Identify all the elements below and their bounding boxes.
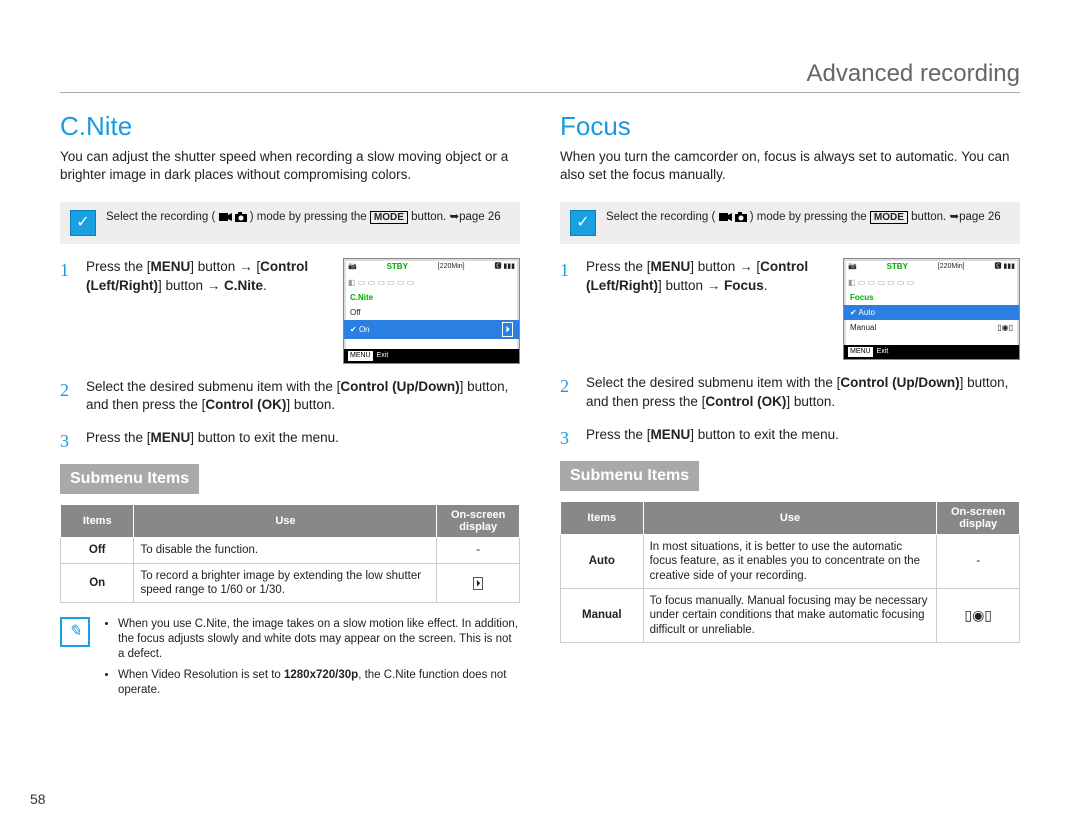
- step-1: Press the [MENU] button → [Control (Left…: [560, 258, 1020, 360]
- intro-text: When you turn the camcorder on, focus is…: [560, 148, 1020, 184]
- table-row: Auto In most situations, it is better to…: [561, 534, 1020, 588]
- page-number: 58: [30, 791, 46, 807]
- screen-item-manual: Manual ▯◉▯: [844, 320, 1019, 335]
- note-item: When you use C.Nite, the image takes on …: [118, 617, 520, 662]
- screen-menu-title: C.Nite: [344, 290, 519, 305]
- steps-list: Press the [MENU] button → [Control (Left…: [60, 258, 520, 448]
- screen-item-auto-selected: ✔ Auto: [844, 305, 1019, 320]
- table-row: On To record a brighter image by extendi…: [61, 563, 520, 603]
- table-header-row: Items Use On-screen display: [61, 505, 520, 538]
- prerequisite-text: Select the recording ( ) mode by pressin…: [106, 210, 501, 225]
- screen-item-off: Off: [344, 305, 519, 320]
- check-icon: ✓: [70, 210, 96, 236]
- prerequisite-text: Select the recording ( ) mode by pressin…: [606, 210, 1001, 225]
- screen-icon-row: ◧ ▭ ▭ ▭ ▭ ▭ ▭: [344, 275, 519, 290]
- step-2: Select the desired submenu item with the…: [560, 374, 1020, 412]
- screen-item-on-selected: ✔ On ⏵: [344, 320, 519, 339]
- step-3: Press the [MENU] button to exit the menu…: [560, 426, 1020, 445]
- steps-list: Press the [MENU] button → [Control (Left…: [560, 258, 1020, 444]
- note-box: ✎ When you use C.Nite, the image takes o…: [60, 617, 520, 704]
- section-title-focus: Focus: [560, 111, 1020, 142]
- video-photo-mode-icon: [719, 212, 747, 222]
- prerequisite-box: ✓ Select the recording ( ) mode by press…: [560, 202, 1020, 244]
- manual-page: Advanced recording C.Nite You can adjust…: [0, 0, 1080, 825]
- submenu-table: Items Use On-screen display Off To disab…: [60, 504, 520, 603]
- screen-icon-row: ◧ ▭ ▭ ▭ ▭ ▭ ▭: [844, 275, 1019, 290]
- submenu-heading: Submenu Items: [60, 464, 199, 494]
- submenu-heading: Submenu Items: [560, 461, 699, 491]
- table-row: Off To disable the function. -: [61, 538, 520, 563]
- manual-focus-icon: ▯◉▯: [937, 588, 1020, 642]
- screen-menu-title: Focus: [844, 290, 1019, 305]
- note-item: When Video Resolution is set to 1280x720…: [118, 668, 520, 698]
- table-row: Manual To focus manually. Manual focusin…: [561, 588, 1020, 642]
- step-2: Select the desired submenu item with the…: [60, 378, 520, 416]
- two-column-layout: C.Nite You can adjust the shutter speed …: [60, 111, 1020, 704]
- note-icon: ✎: [60, 617, 90, 647]
- prerequisite-box: ✓ Select the recording ( ) mode by press…: [60, 202, 520, 244]
- chapter-title: Advanced recording: [60, 60, 1020, 93]
- section-title-cnite: C.Nite: [60, 111, 520, 142]
- right-column: Focus When you turn the camcorder on, fo…: [560, 111, 1020, 704]
- step-3: Press the [MENU] button to exit the menu…: [60, 429, 520, 448]
- video-photo-mode-icon: [219, 212, 247, 222]
- step-1: Press the [MENU] button → [Control (Left…: [60, 258, 520, 363]
- screen-preview-focus: 📷 STBY [220Min] 🅲 ▮▮▮ ◧ ▭ ▭ ▭ ▭ ▭ ▭ Focu…: [843, 258, 1020, 360]
- cnite-icon: ⏵: [437, 563, 520, 603]
- table-header-row: Items Use On-screen display: [561, 501, 1020, 534]
- intro-text: You can adjust the shutter speed when re…: [60, 148, 520, 184]
- mode-button-label: MODE: [370, 211, 408, 224]
- mode-button-label: MODE: [870, 211, 908, 224]
- screen-preview-cnite: 📷 STBY [220Min] 🅲 ▮▮▮ ◧ ▭ ▭ ▭ ▭ ▭ ▭ C.Ni…: [343, 258, 520, 363]
- check-icon: ✓: [570, 210, 596, 236]
- left-column: C.Nite You can adjust the shutter speed …: [60, 111, 520, 704]
- submenu-table: Items Use On-screen display Auto In most…: [560, 501, 1020, 643]
